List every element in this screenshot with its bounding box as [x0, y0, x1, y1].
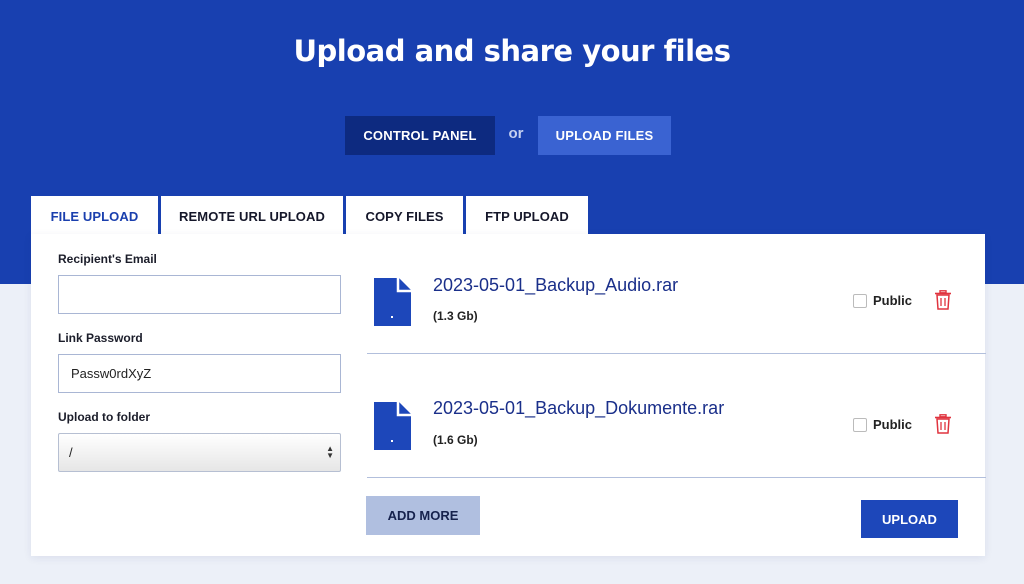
chevron-up-down-icon: ▲ ▼ [326, 444, 334, 460]
tab-remote-url-upload[interactable]: REMOTE URL UPLOAD [161, 196, 343, 236]
row-divider [367, 353, 986, 354]
public-label: Public [873, 417, 913, 432]
file-icon [374, 402, 411, 450]
tab-copy-files[interactable]: COPY FILES [346, 196, 463, 236]
file-name[interactable]: 2023-05-01_Backup_Audio.rar [433, 275, 678, 296]
page-title: Upload and share your files [293, 34, 731, 68]
public-checkbox[interactable] [853, 294, 867, 308]
file-list-item: 2023-05-01_Backup_Audio.rar (1.3 Gb) Pub… [367, 270, 987, 390]
upload-folder-label: Upload to folder [58, 410, 150, 424]
row-divider [367, 477, 986, 478]
tab-file-upload[interactable]: FILE UPLOAD [31, 196, 158, 236]
upload-folder-select[interactable]: / ▲ ▼ [58, 433, 341, 472]
trash-icon[interactable] [934, 414, 952, 434]
or-separator: or [508, 125, 524, 142]
recipient-email-label: Recipient's Email [58, 252, 157, 266]
upload-button[interactable]: UPLOAD [861, 500, 958, 538]
file-icon [374, 278, 411, 326]
recipient-email-field[interactable] [58, 275, 341, 314]
upload-folder-value: / [69, 445, 73, 460]
file-size: (1.6 Gb) [433, 433, 478, 447]
trash-icon[interactable] [934, 290, 952, 310]
file-size: (1.3 Gb) [433, 309, 478, 323]
file-name[interactable]: 2023-05-01_Backup_Dokumente.rar [433, 398, 724, 419]
upload-files-button[interactable]: UPLOAD FILES [538, 116, 671, 155]
control-panel-button[interactable]: CONTROL PANEL [345, 116, 495, 155]
tab-ftp-upload[interactable]: FTP UPLOAD [466, 196, 588, 236]
public-checkbox[interactable] [853, 418, 867, 432]
link-password-label: Link Password [58, 331, 143, 345]
public-label: Public [873, 293, 913, 308]
add-more-button[interactable]: ADD MORE [366, 496, 480, 535]
upload-panel: Recipient's Email Link Password Upload t… [31, 234, 987, 556]
link-password-field[interactable] [58, 354, 341, 393]
